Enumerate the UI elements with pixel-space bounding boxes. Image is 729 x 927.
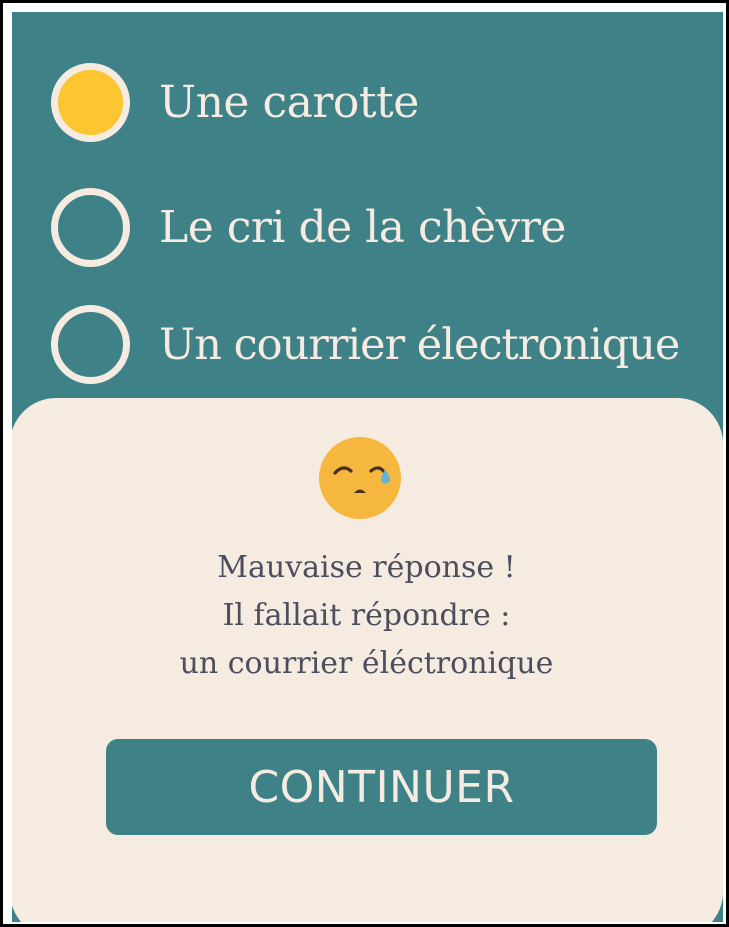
answer-label: Le cri de la chèvre	[159, 202, 566, 253]
answer-option-courrier[interactable]: Un courrier électronique	[51, 305, 680, 384]
continue-button[interactable]: CONTINUER	[106, 739, 657, 835]
answer-option-carotte[interactable]: Une carotte	[51, 63, 419, 142]
feedback-correct-answer: un courrier éléctronique	[179, 646, 554, 681]
device-frame: Une carotte Le cri de la chèvre Un courr…	[3, 3, 726, 924]
radio-selected-icon[interactable]	[51, 63, 130, 142]
answer-label: Un courrier électronique	[159, 319, 680, 370]
feedback-panel: Mauvaise réponse ! Il fallait répondre :…	[12, 398, 723, 922]
answer-label: Une carotte	[159, 77, 419, 128]
quiz-screen: Une carotte Le cri de la chèvre Un courr…	[12, 12, 723, 922]
continue-button-label: CONTINUER	[248, 761, 515, 813]
feedback-subtitle: Il fallait répondre :	[222, 598, 511, 633]
radio-unselected-icon[interactable]	[51, 188, 130, 267]
crying-face-icon	[319, 437, 401, 519]
answer-option-cri-chevre[interactable]: Le cri de la chèvre	[51, 188, 566, 267]
feedback-message: Mauvaise réponse ! Il fallait répondre :…	[12, 544, 723, 688]
radio-unselected-icon[interactable]	[51, 305, 130, 384]
feedback-title: Mauvaise réponse !	[217, 550, 516, 585]
